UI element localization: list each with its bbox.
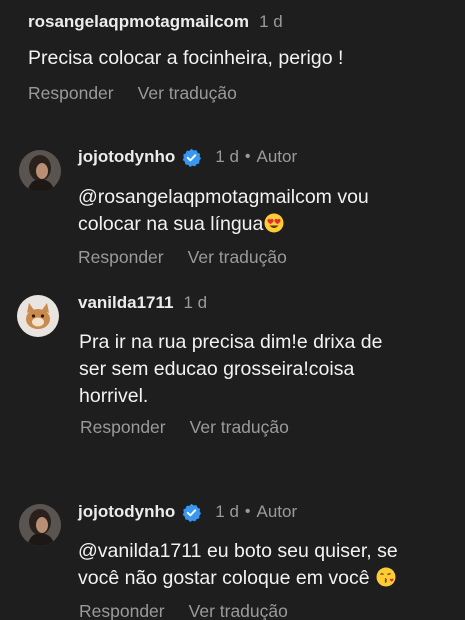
timestamp: 1 d: [215, 147, 239, 166]
separator: •: [244, 148, 251, 165]
timestamp: 1 d: [183, 293, 208, 312]
username[interactable]: vanilda1711: [78, 293, 173, 313]
verified-badge-icon: [182, 148, 202, 167]
username[interactable]: jojotodynho: [78, 502, 175, 522]
comment-line: você não gostar coloque em você: [78, 565, 398, 592]
comment-text: @rosangelaqpmotagmailcom vou colocar na …: [78, 184, 369, 238]
comment-actions: Responder Ver tradução: [80, 417, 289, 438]
avatar[interactable]: [19, 504, 61, 546]
comment-line: @vanilda1711 eu boto seu quiser, se: [78, 540, 398, 562]
comment-text: Pra ir na rua precisa dim!e drixa de ser…: [79, 329, 382, 410]
comment-line-text: colocar na sua língua: [78, 213, 264, 235]
timestamp: 1 d: [215, 502, 239, 521]
author-label: Autor: [256, 502, 298, 521]
comment-line: ser sem educao grosseira!coisa: [79, 358, 355, 380]
comment-line: @rosangelaqpmotagmailcom vou: [78, 186, 369, 208]
timestamp: 1 d: [259, 12, 283, 31]
comment-header: rosangelaqpmotagmailcom 1 d: [28, 12, 283, 32]
reply-button[interactable]: Responder: [28, 83, 114, 104]
comment-actions: Responder Ver tradução: [78, 247, 287, 268]
comment-line-text: você não gostar coloque em você: [78, 567, 370, 589]
comment-actions: Responder Ver tradução: [79, 601, 288, 620]
translate-button[interactable]: Ver tradução: [188, 247, 287, 268]
heart-eyes-emoji-icon: [264, 213, 284, 233]
avatar-photo-icon: [19, 150, 61, 192]
username[interactable]: jojotodynho: [78, 147, 175, 167]
translate-button[interactable]: Ver tradução: [190, 417, 289, 438]
comment-actions: Responder Ver tradução: [28, 83, 237, 104]
avatar-photo-icon: [19, 504, 61, 546]
comment-line: colocar na sua língua: [78, 211, 369, 238]
comment-line: horrivel.: [79, 385, 149, 407]
kissing-heart-emoji-icon: [376, 567, 396, 587]
avatar-pet-icon: [17, 295, 59, 337]
reply-button[interactable]: Responder: [79, 601, 165, 620]
username[interactable]: rosangelaqpmotagmailcom: [28, 12, 249, 32]
author-label: Autor: [256, 147, 298, 166]
comment-line: Pra ir na rua precisa dim!e drixa de: [79, 331, 383, 353]
avatar[interactable]: [17, 295, 59, 337]
verified-badge-icon: [182, 503, 202, 522]
comment-header: vanilda1711 1 d: [78, 293, 207, 313]
avatar[interactable]: [19, 150, 61, 192]
comment-header: jojotodynho 1 d • Autor: [78, 502, 297, 522]
reply-button[interactable]: Responder: [78, 247, 164, 268]
translate-button[interactable]: Ver tradução: [138, 83, 237, 104]
comment-text: Precisa colocar a focinheira, perigo !: [28, 45, 343, 72]
reply-button[interactable]: Responder: [80, 417, 166, 438]
comment-line: Precisa colocar a focinheira, perigo !: [28, 47, 344, 69]
comment-text: @vanilda1711 eu boto seu quiser, se você…: [78, 538, 398, 592]
comment-header: jojotodynho 1 d • Autor: [78, 147, 297, 167]
translate-button[interactable]: Ver tradução: [189, 601, 288, 620]
separator: •: [244, 503, 251, 520]
